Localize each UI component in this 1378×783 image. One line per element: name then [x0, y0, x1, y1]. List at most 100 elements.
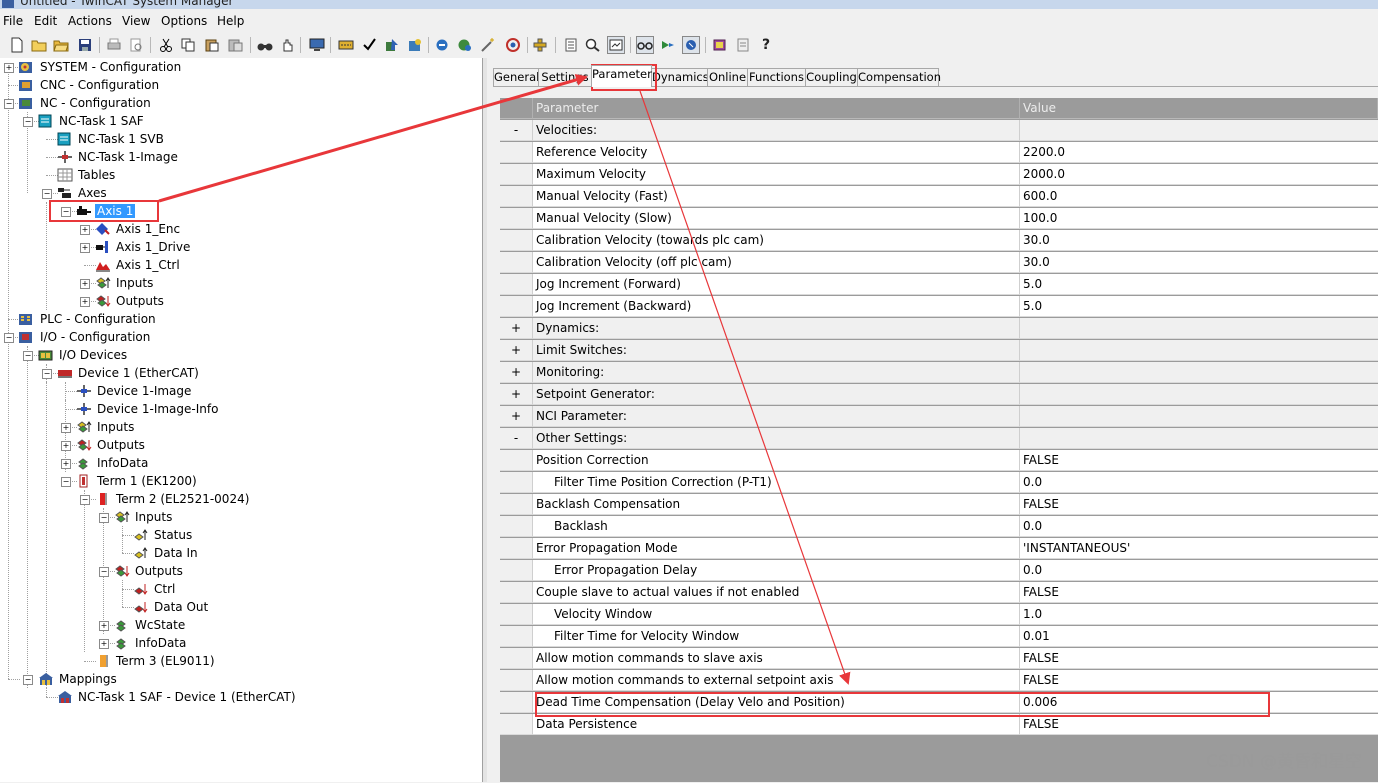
grid-row[interactable]: Reference Velocity 2200.0 [500, 142, 1378, 164]
parameter-value[interactable]: FALSE [1020, 450, 1378, 471]
expand-toggle[interactable]: + [4, 63, 14, 73]
parameter-value[interactable]: 2200.0 [1020, 142, 1378, 163]
grid-row[interactable]: Maximum Velocity 2000.0 [500, 164, 1378, 186]
expand-toggle[interactable]: + [61, 459, 71, 469]
tab-general[interactable]: General [493, 68, 539, 86]
parameter-value[interactable]: 100.0 [1020, 208, 1378, 229]
menu-options[interactable]: Options [161, 14, 207, 28]
grid-row[interactable]: Allow motion commands to slave axis FALSE [500, 648, 1378, 670]
tab-dynamics[interactable]: Dynamics [651, 68, 709, 86]
row-toggle[interactable]: - [500, 120, 533, 141]
parameter-value[interactable]: 0.0 [1020, 560, 1378, 581]
row-toggle[interactable]: + [500, 362, 533, 383]
parameter-value[interactable]: 0.0 [1020, 516, 1378, 537]
expand-toggle[interactable]: + [80, 243, 90, 253]
parameter-value[interactable]: FALSE [1020, 648, 1378, 669]
expand-toggle[interactable]: + [80, 279, 90, 289]
free-run-icon[interactable] [659, 36, 677, 54]
grid-row[interactable]: Position Correction FALSE [500, 450, 1378, 472]
configuration-tree[interactable]: + SYSTEM - Configuration CNC - Configura… [0, 58, 483, 782]
add-icon[interactable] [532, 36, 550, 54]
grid-row[interactable]: Velocity Window 1.0 [500, 604, 1378, 626]
grid-group-row[interactable]: + NCI Parameter: [500, 406, 1378, 428]
parameter-grid[interactable]: Parameter Value - Velocities: Reference Ve… [500, 98, 1378, 782]
activate-icon[interactable] [383, 36, 401, 54]
expand-toggle[interactable]: + [61, 423, 71, 433]
restart-icon[interactable] [434, 36, 452, 54]
parameter-value[interactable] [1020, 384, 1378, 405]
copy-icon[interactable] [179, 36, 197, 54]
grid-row[interactable]: Couple slave to actual values if not ena… [500, 582, 1378, 604]
paste-special-icon[interactable] [227, 36, 245, 54]
menu-file[interactable]: File [3, 14, 23, 28]
online-icon[interactable] [504, 36, 522, 54]
tab-settings[interactable]: Settings [538, 68, 592, 86]
parameter-value[interactable] [1020, 362, 1378, 383]
grid-row[interactable]: Manual Velocity (Fast) 600.0 [500, 186, 1378, 208]
save-icon[interactable] [76, 36, 94, 54]
collapse-toggle[interactable]: − [99, 567, 109, 577]
header-value[interactable]: Value [1020, 98, 1378, 119]
menu-edit[interactable]: Edit [34, 14, 57, 28]
parameter-value[interactable] [1020, 318, 1378, 339]
collapse-toggle[interactable]: − [42, 189, 52, 199]
parameter-value[interactable]: 0.01 [1020, 626, 1378, 647]
grid-row[interactable]: Backlash Compensation FALSE [500, 494, 1378, 516]
expand-toggle[interactable]: + [80, 225, 90, 235]
find-icon[interactable] [256, 36, 274, 54]
parameter-value[interactable]: FALSE [1020, 670, 1378, 691]
open-folder-icon[interactable] [52, 36, 70, 54]
grid-row[interactable]: Jog Increment (Forward) 5.0 [500, 274, 1378, 296]
parameter-value[interactable]: 1.0 [1020, 604, 1378, 625]
list-icon[interactable] [562, 36, 580, 54]
row-toggle[interactable]: + [500, 406, 533, 427]
collapse-toggle[interactable]: − [61, 477, 71, 487]
open-icon[interactable] [30, 36, 48, 54]
tab-functions[interactable]: Functions [747, 68, 806, 86]
grid-group-row[interactable]: - Velocities: [500, 120, 1378, 142]
parameter-value[interactable]: 'INSTANTANEOUS' [1020, 538, 1378, 559]
collapse-toggle[interactable]: − [61, 207, 71, 217]
parameter-value[interactable]: 30.0 [1020, 230, 1378, 251]
online-icon[interactable] [682, 36, 700, 54]
run-mode-icon[interactable] [456, 36, 474, 54]
print-icon[interactable] [105, 36, 123, 54]
grid-group-row[interactable]: + Limit Switches: [500, 340, 1378, 362]
tab-compensation[interactable]: Compensation [857, 68, 941, 86]
expand-toggle[interactable]: + [80, 297, 90, 307]
grid-group-row[interactable]: + Dynamics: [500, 318, 1378, 340]
info-icon[interactable] [734, 36, 752, 54]
grid-row[interactable]: Calibration Velocity (towards plc cam) 30… [500, 230, 1378, 252]
parameter-value[interactable]: 0.0 [1020, 472, 1378, 493]
parameter-value[interactable]: 5.0 [1020, 296, 1378, 317]
collapse-toggle[interactable]: − [23, 117, 33, 127]
parameter-value[interactable]: 2000.0 [1020, 164, 1378, 185]
expand-toggle[interactable]: + [99, 639, 109, 649]
expand-toggle[interactable]: + [61, 441, 71, 451]
tab-coupling[interactable]: Coupling [805, 68, 858, 86]
parameter-value[interactable]: FALSE [1020, 582, 1378, 603]
grid-row[interactable]: Error Propagation Mode 'INSTANTANEOUS' [500, 538, 1378, 560]
grid-row[interactable]: Backlash 0.0 [500, 516, 1378, 538]
grid-group-row[interactable]: - Other Settings: [500, 428, 1378, 450]
collapse-toggle[interactable]: − [42, 369, 52, 379]
zoom-icon[interactable] [584, 36, 602, 54]
grid-row[interactable]: Dead Time Compensation (Delay Velo and P… [500, 692, 1378, 714]
row-toggle[interactable]: + [500, 318, 533, 339]
parameter-value[interactable]: 5.0 [1020, 274, 1378, 295]
header-parameter[interactable]: Parameter [533, 98, 1020, 119]
toggle-view-icon[interactable] [607, 36, 625, 54]
expand-toggle[interactable]: + [99, 621, 109, 631]
parameter-value[interactable]: 0.006 [1020, 692, 1378, 713]
glasses-icon[interactable] [636, 36, 654, 54]
collapse-toggle[interactable]: − [4, 99, 14, 109]
row-toggle[interactable]: + [500, 384, 533, 405]
paste-icon[interactable] [203, 36, 221, 54]
grid-row[interactable]: Error Propagation Delay 0.0 [500, 560, 1378, 582]
collapse-toggle[interactable]: − [23, 675, 33, 685]
hand-icon[interactable] [278, 36, 296, 54]
grid-group-row[interactable]: + Monitoring: [500, 362, 1378, 384]
parameter-value[interactable]: FALSE [1020, 714, 1378, 735]
grid-row[interactable]: Manual Velocity (Slow) 100.0 [500, 208, 1378, 230]
collapse-toggle[interactable]: − [4, 333, 14, 343]
